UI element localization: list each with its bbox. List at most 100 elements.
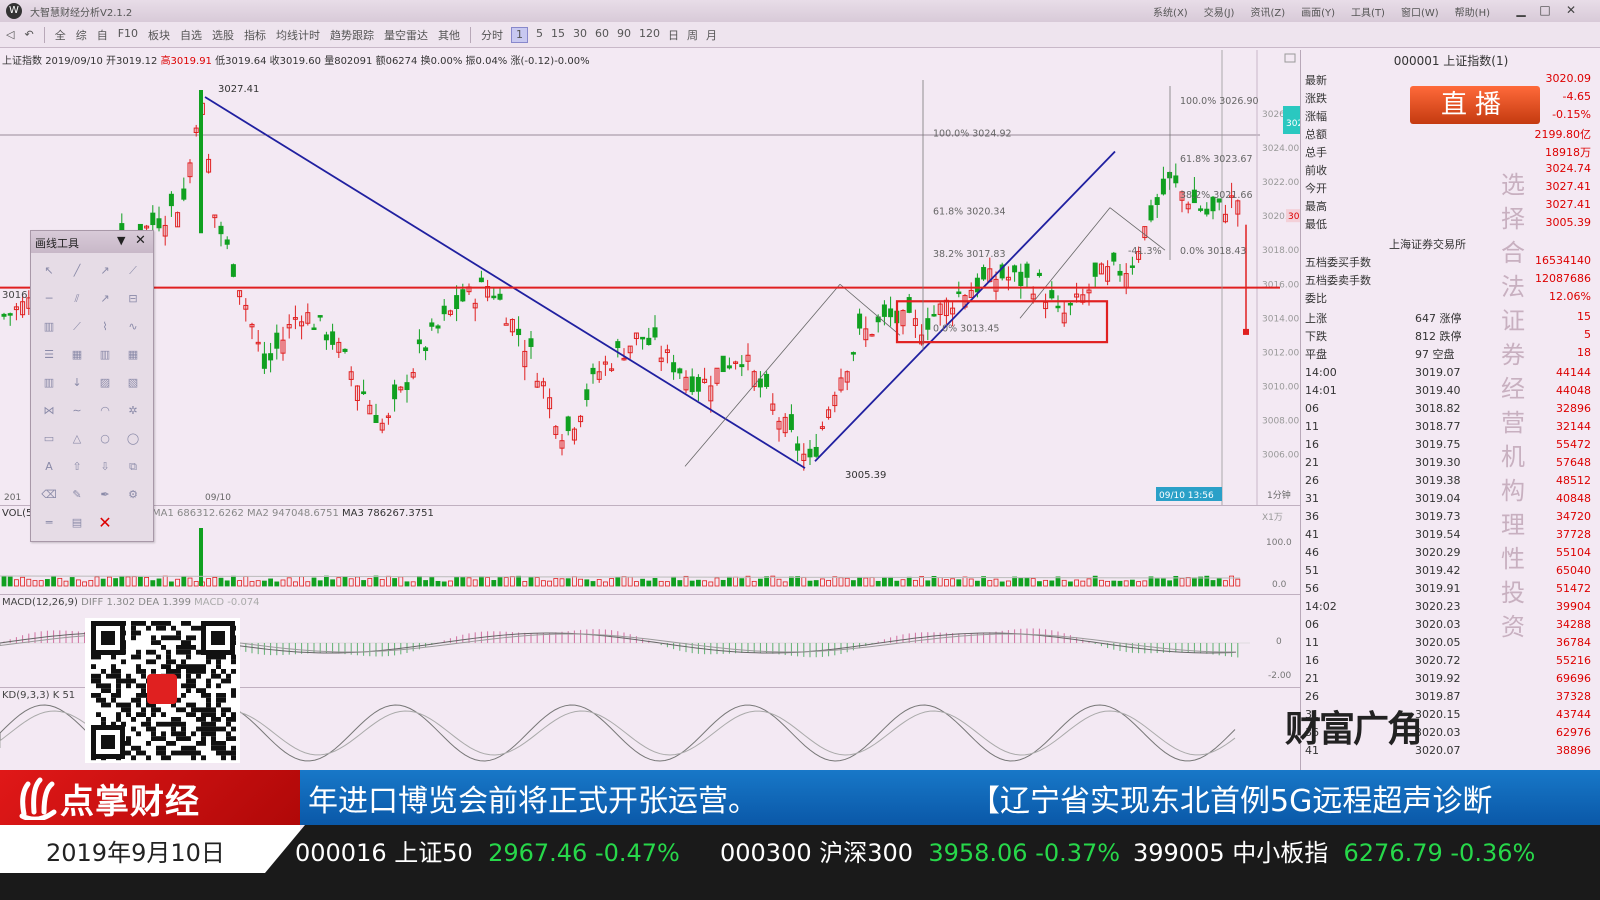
period-option[interactable]: 月: [706, 27, 717, 43]
period-option[interactable]: 5: [536, 27, 543, 43]
period-option[interactable]: 1: [511, 26, 529, 43]
down-arrow-icon[interactable]: ↓: [67, 373, 87, 393]
toolbar-item[interactable]: 其他: [438, 27, 460, 43]
pattern-line[interactable]: [684, 283, 841, 467]
spiral-icon[interactable]: ✲: [123, 401, 143, 421]
tick-row[interactable]: 14:01 3019.40 44048: [1305, 384, 1597, 402]
period-option[interactable]: 日: [668, 27, 679, 43]
toolbar-item[interactable]: 自选: [180, 27, 202, 43]
tick-row[interactable]: 36 3019.73 34720: [1305, 510, 1597, 528]
extension-icon[interactable]: ▧: [123, 373, 143, 393]
tick-row[interactable]: 21 3019.92 69696: [1305, 672, 1597, 690]
up-mark-icon[interactable]: ⇧: [67, 457, 87, 477]
tick-row[interactable]: 51 3019.42 65040: [1305, 564, 1597, 582]
grid-icon[interactable]: ▦: [67, 345, 87, 365]
down-mark-icon[interactable]: ⇩: [95, 457, 115, 477]
triangle-icon[interactable]: △: [67, 429, 87, 449]
lock-icon[interactable]: ═: [39, 513, 59, 533]
period-option[interactable]: 30: [573, 27, 587, 43]
speed-line-icon[interactable]: ▨: [95, 373, 115, 393]
candlestick-svg[interactable]: 3026.003024.003022.003020.003018.003016.…: [0, 50, 1300, 505]
toolbar-item[interactable]: 选股: [212, 27, 234, 43]
tick-row[interactable]: 16 3020.72 55216: [1305, 654, 1597, 672]
rectangle-icon[interactable]: ▭: [39, 429, 59, 449]
menu-item[interactable]: 画面(Y): [1301, 4, 1335, 19]
toolbar-item[interactable]: 综: [76, 27, 87, 43]
period-option[interactable]: 90: [617, 27, 631, 43]
undo-icon[interactable]: ↶: [24, 28, 33, 41]
menu-item[interactable]: 窗口(W): [1401, 4, 1439, 19]
back-icon[interactable]: ◁: [6, 28, 14, 41]
dropdown-icon[interactable]: ▼: [117, 234, 125, 247]
menu-item[interactable]: 系统(X): [1153, 4, 1188, 19]
menu-item[interactable]: 工具(T): [1351, 4, 1385, 19]
toolbar-item[interactable]: 均线计时: [276, 27, 320, 43]
period-option[interactable]: 分时: [481, 27, 503, 43]
tick-row[interactable]: 14:00 3019.07 44144: [1305, 366, 1597, 384]
downtrend-line[interactable]: [204, 96, 806, 469]
minimize-button[interactable]: ▁: [1510, 2, 1532, 18]
toolbar-item[interactable]: F10: [118, 27, 138, 43]
period-option[interactable]: 15: [551, 27, 565, 43]
fib-icon[interactable]: ⌇: [95, 317, 115, 337]
channel-icon[interactable]: ▥: [39, 317, 59, 337]
tick-row[interactable]: 06 3018.82 32896: [1305, 402, 1597, 420]
segment-icon[interactable]: ⟋: [123, 261, 143, 281]
tick-row[interactable]: 16 3019.75 55472: [1305, 438, 1597, 456]
toolbar-item[interactable]: 趋势跟踪: [330, 27, 374, 43]
close-icon[interactable]: ✕: [95, 513, 115, 533]
maximize-button[interactable]: □: [1534, 2, 1556, 18]
parallel-line-icon[interactable]: ⫽: [67, 289, 87, 309]
toolbar-item[interactable]: 量空雷达: [384, 27, 428, 43]
pencil-icon[interactable]: ✎: [67, 485, 87, 505]
toolbar-item[interactable]: 板块: [148, 27, 170, 43]
wave-icon[interactable]: ∿: [123, 317, 143, 337]
menu-item[interactable]: 资讯(Z): [1250, 4, 1285, 19]
drawing-tools-palette[interactable]: 画线工具 ▼ ✕ ↖ ╱ ↗ ⟋ ─ ⫽ ↗ ⊟ ▥ ⟋ ⌇ ∿ ☰ ▦ ▥ ▦ ▥ ↓ ▨ ▧ ⋈ ∼ ◠ ✲ ▭ △ ○ ◯ A ⇧ ⇩…: [30, 230, 154, 542]
pointer-icon[interactable]: ↖: [39, 261, 59, 281]
gear-icon[interactable]: ⚙: [123, 485, 143, 505]
period-icon[interactable]: ▥: [95, 345, 115, 365]
line-icon[interactable]: ╱: [67, 261, 87, 281]
tick-row[interactable]: 56 3019.91 51472: [1305, 582, 1597, 600]
tick-row[interactable]: 31 3019.04 40848: [1305, 492, 1597, 510]
tick-row[interactable]: 26 3019.38 48512: [1305, 474, 1597, 492]
period-option[interactable]: 120: [639, 27, 660, 43]
menu-item[interactable]: 帮助(H): [1455, 4, 1490, 19]
pen-icon[interactable]: ✒: [95, 485, 115, 505]
ellipse-icon[interactable]: ◯: [123, 429, 143, 449]
close-window-button[interactable]: ✕: [1560, 2, 1582, 18]
period-option[interactable]: 60: [595, 27, 609, 43]
period-option[interactable]: 周: [687, 27, 698, 43]
tick-row[interactable]: 14:02 3020.23 39904: [1305, 600, 1597, 618]
tick-row[interactable]: 11 3020.05 36784: [1305, 636, 1597, 654]
circle-icon[interactable]: ○: [95, 429, 115, 449]
drawing-tools-header[interactable]: 画线工具 ▼ ✕: [31, 231, 153, 253]
volume-pane[interactable]: X1万 VOL(5,10,20) MA1 686312.6262 MA2 947…: [0, 506, 1300, 595]
gann-icon[interactable]: ▦: [123, 345, 143, 365]
close-palette-icon[interactable]: ✕: [135, 233, 146, 248]
pane-toggle-icon[interactable]: [1284, 53, 1296, 63]
hide-icon[interactable]: ▤: [67, 513, 87, 533]
price-line-icon[interactable]: ⊟: [123, 289, 143, 309]
candlestick-chart[interactable]: 3026.00 3024.00 3022.00 3020.00 3018.00 3016.…: [0, 50, 1300, 506]
copy-icon[interactable]: ⧉: [123, 457, 143, 477]
arrow-icon[interactable]: ↗: [95, 289, 115, 309]
menu-item[interactable]: 交易(J): [1204, 4, 1235, 19]
fan-icon[interactable]: ⟋: [67, 317, 87, 337]
bar-icon[interactable]: ▥: [39, 373, 59, 393]
tick-row[interactable]: 46 3020.29 55104: [1305, 546, 1597, 564]
toolbar-item[interactable]: 自: [97, 27, 108, 43]
tick-row[interactable]: 06 3020.03 34288: [1305, 618, 1597, 636]
live-badge[interactable]: 直播: [1410, 86, 1540, 124]
erase-icon[interactable]: ⌫: [39, 485, 59, 505]
curve-icon[interactable]: ∼: [67, 401, 87, 421]
tick-row[interactable]: 41 3019.54 37728: [1305, 528, 1597, 546]
tick-row[interactable]: 11 3018.77 32144: [1305, 420, 1597, 438]
toolbar-item[interactable]: 全: [55, 27, 66, 43]
arc-icon[interactable]: ◠: [95, 401, 115, 421]
zigzag-icon[interactable]: ⋈: [39, 401, 59, 421]
horizontal-band-icon[interactable]: ☰: [39, 345, 59, 365]
text-icon[interactable]: A: [39, 457, 59, 477]
tick-row[interactable]: 21 3019.30 57648: [1305, 456, 1597, 474]
